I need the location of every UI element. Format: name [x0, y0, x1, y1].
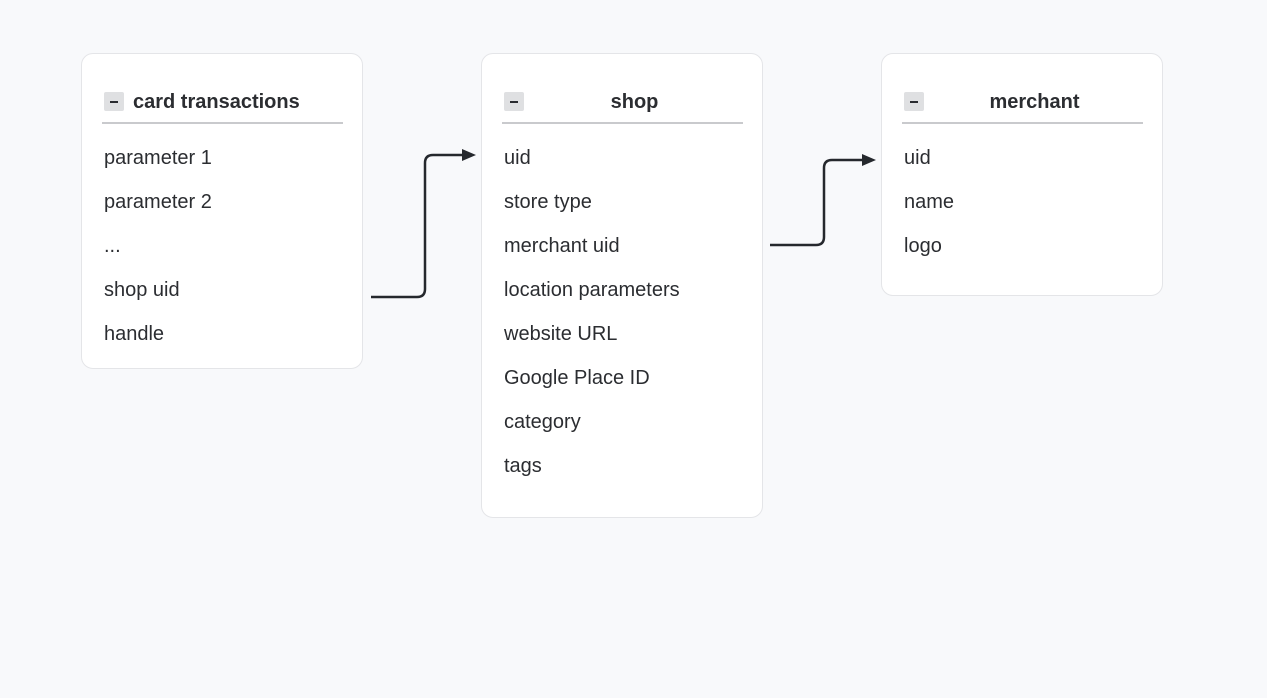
field-handle[interactable]: handle: [104, 319, 352, 363]
field-parameter-1[interactable]: parameter 1: [104, 143, 352, 187]
relation-merchant-uid-connector[interactable]: [770, 158, 863, 247]
entity-header: card transactions: [102, 90, 343, 124]
collapse-minus-icon[interactable]: [504, 92, 524, 111]
field-logo[interactable]: logo: [904, 231, 1152, 275]
field-list: uid name logo: [904, 143, 1152, 275]
field-ellipsis[interactable]: ...: [104, 231, 352, 275]
entity-shop[interactable]: shop uid store type merchant uid locatio…: [481, 53, 763, 518]
field-uid[interactable]: uid: [904, 143, 1152, 187]
field-google-place-id[interactable]: Google Place ID: [504, 363, 752, 407]
relation-shop-uid-connector[interactable]: [371, 153, 464, 299]
field-store-type[interactable]: store type: [504, 187, 752, 231]
collapse-minus-icon[interactable]: [904, 92, 924, 111]
field-category[interactable]: category: [504, 407, 752, 451]
field-location-parameters[interactable]: location parameters: [504, 275, 752, 319]
field-list: uid store type merchant uid location par…: [504, 143, 752, 495]
collapse-minus-icon[interactable]: [104, 92, 124, 111]
entity-title: merchant: [989, 91, 1080, 113]
field-shop-uid[interactable]: shop uid: [104, 275, 352, 319]
field-name[interactable]: name: [904, 187, 1152, 231]
diagram-canvas: card transactions parameter 1 parameter …: [0, 0, 1267, 698]
entity-header: merchant: [902, 90, 1143, 124]
entity-header: shop: [502, 90, 743, 124]
entity-card-transactions[interactable]: card transactions parameter 1 parameter …: [81, 53, 363, 369]
field-tags[interactable]: tags: [504, 451, 752, 495]
entity-title: card transactions: [133, 91, 300, 113]
entity-title: shop: [610, 91, 659, 113]
field-merchant-uid[interactable]: merchant uid: [504, 231, 752, 275]
field-uid[interactable]: uid: [504, 143, 752, 187]
field-website-url[interactable]: website URL: [504, 319, 752, 363]
arrowhead-icon: [462, 149, 476, 161]
field-parameter-2[interactable]: parameter 2: [104, 187, 352, 231]
entity-merchant[interactable]: merchant uid name logo: [881, 53, 1163, 296]
arrowhead-icon: [862, 154, 876, 166]
field-list: parameter 1 parameter 2 ... shop uid han…: [104, 143, 352, 363]
